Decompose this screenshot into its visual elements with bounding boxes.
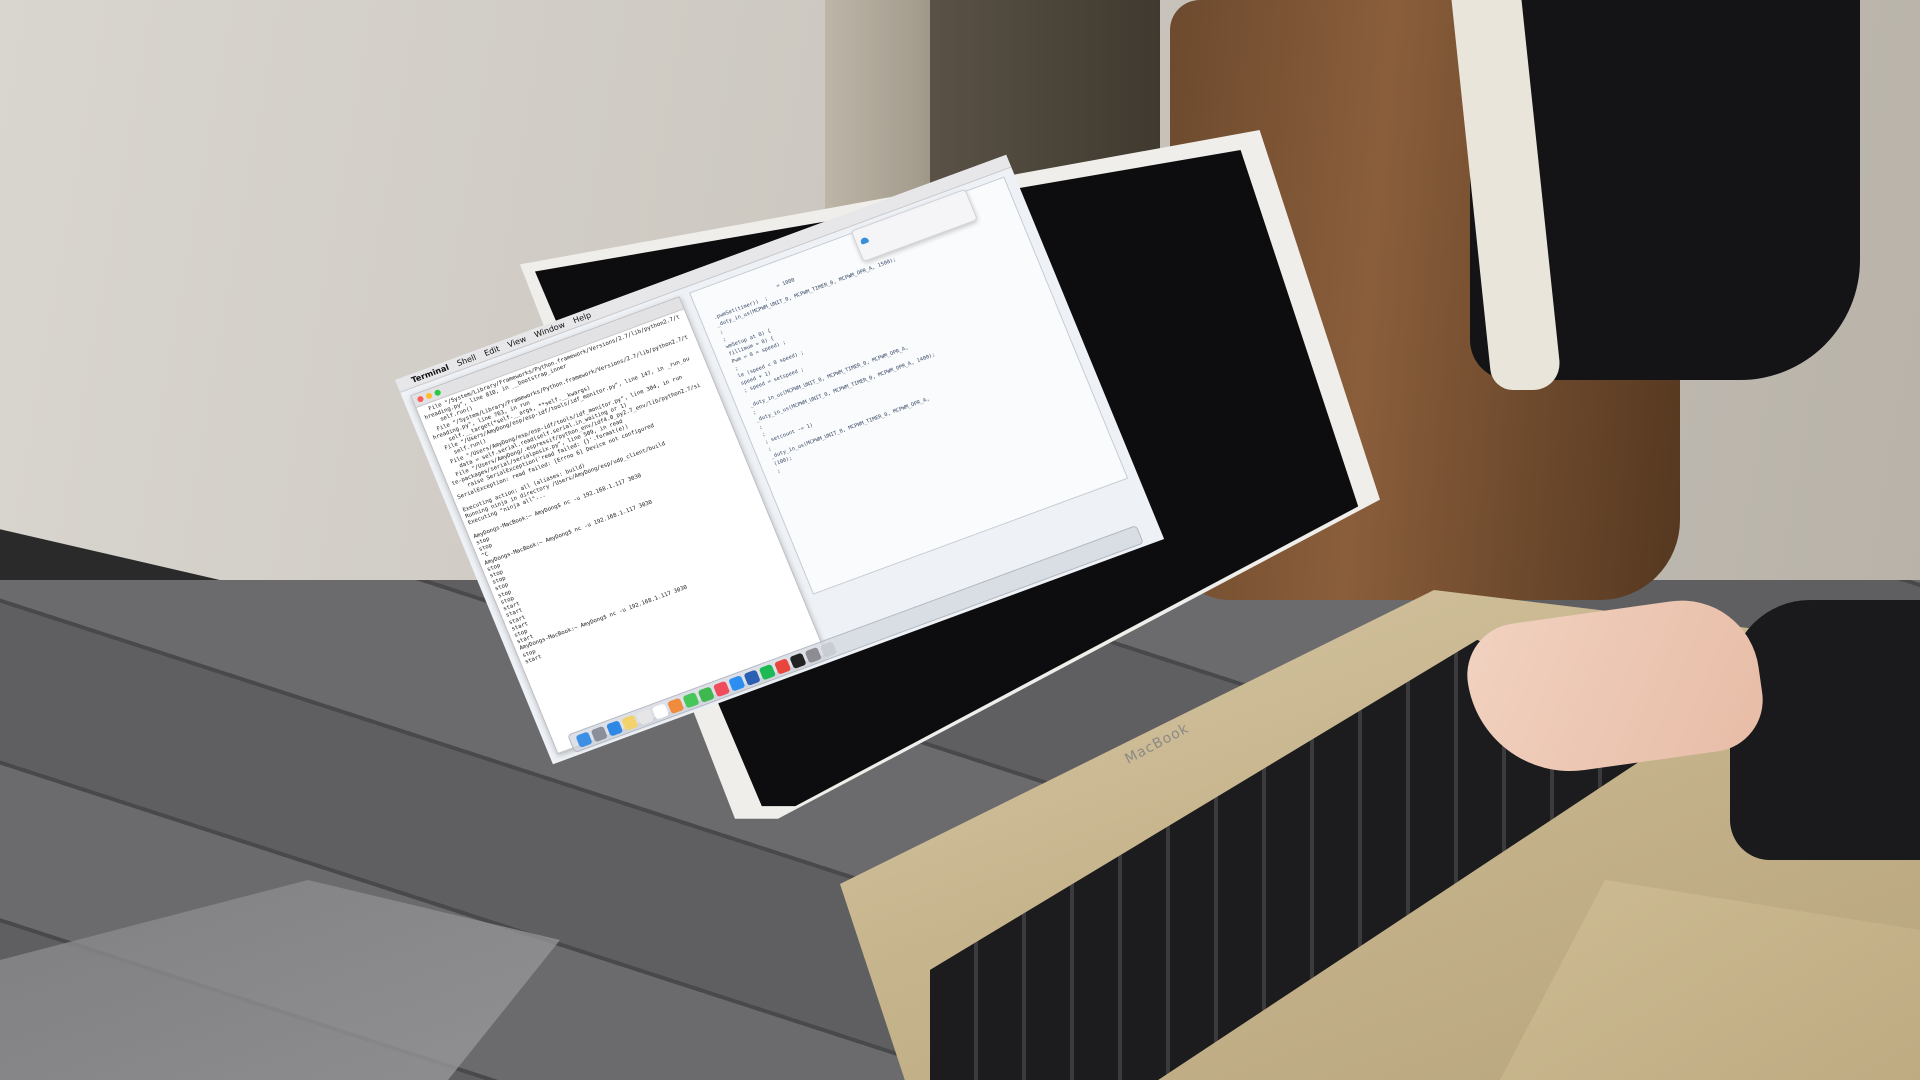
music-icon[interactable]: [712, 680, 731, 697]
person-sleeve: [1730, 600, 1920, 860]
zoom-window-icon[interactable]: [433, 388, 442, 397]
launchpad-icon[interactable]: [590, 725, 608, 742]
spotify-icon[interactable]: [758, 663, 776, 680]
safari-icon[interactable]: [605, 719, 624, 737]
settings-icon[interactable]: [804, 646, 822, 663]
word-icon[interactable]: [743, 669, 761, 686]
minimize-window-icon[interactable]: [425, 392, 434, 400]
messages-icon[interactable]: [682, 691, 700, 709]
calendar-icon[interactable]: [651, 702, 669, 720]
appstore-icon[interactable]: [727, 674, 746, 692]
trash-icon[interactable]: [819, 640, 837, 658]
preview-icon[interactable]: [636, 708, 654, 725]
photo-scene: MacBook Terminal Shell Edit View Window …: [0, 0, 1920, 1080]
chrome-icon[interactable]: [773, 657, 792, 675]
notes-icon[interactable]: [621, 714, 639, 731]
photos-icon[interactable]: [666, 697, 685, 714]
finder-icon[interactable]: [575, 730, 593, 748]
facetime-icon[interactable]: [697, 685, 715, 703]
apple-menu-icon[interactable]: [401, 378, 406, 390]
cloud-icon: [859, 236, 870, 245]
close-window-icon[interactable]: [416, 395, 425, 403]
terminal-icon[interactable]: [789, 652, 807, 669]
